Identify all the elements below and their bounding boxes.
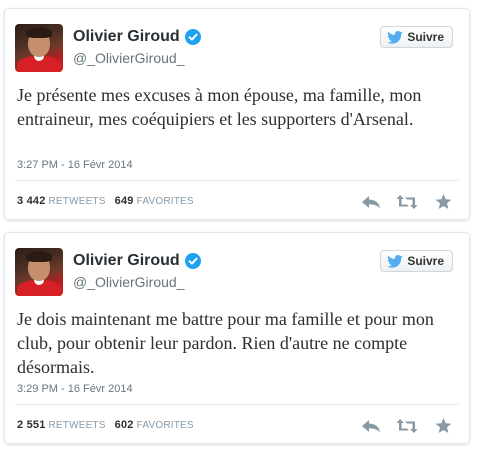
retweet-button[interactable] [395, 193, 419, 211]
author-name[interactable]: Olivier Giroud [73, 252, 180, 270]
follow-button[interactable]: Suivre [380, 26, 453, 48]
tweet-card: Olivier Giroud @_OlivierGiroud_ Suivre J… [4, 232, 470, 444]
favorite-icon [435, 418, 451, 434]
reply-icon [362, 196, 380, 208]
retweet-icon [396, 195, 418, 209]
author-handle[interactable]: @_OlivierGiroud_ [73, 50, 184, 66]
avatar[interactable] [15, 24, 63, 72]
tweet-stats: 2 551 RETWEETS 602 FAVORITES [17, 419, 200, 431]
reply-icon [362, 420, 380, 432]
divider [15, 180, 459, 181]
favorite-button[interactable] [431, 417, 455, 435]
tweet-card: Olivier Giroud @_OlivierGiroud_ Suivre J… [4, 8, 470, 220]
divider [15, 404, 459, 405]
retweet-icon [396, 419, 418, 433]
bird-icon [387, 30, 404, 44]
favorite-icon [435, 194, 451, 210]
bird-icon [387, 254, 404, 268]
favorite-button[interactable] [431, 193, 455, 211]
favorite-label: FAVORITES [136, 420, 194, 431]
verified-icon [185, 253, 201, 269]
retweet-label: RETWEETS [48, 196, 106, 207]
reply-button[interactable] [359, 417, 383, 435]
tweet-header: Olivier Giroud @_OlivierGiroud_ Suivre [15, 248, 459, 296]
tweet-actions [359, 417, 455, 435]
author-name[interactable]: Olivier Giroud [73, 28, 180, 46]
tweet-text: Je présente mes excuses à mon épouse, ma… [17, 85, 422, 129]
favorite-label: FAVORITES [136, 196, 194, 207]
retweet-button[interactable] [395, 417, 419, 435]
tweet-actions [359, 193, 455, 211]
favorite-count[interactable]: 649 [115, 195, 134, 207]
author-handle[interactable]: @_OlivierGiroud_ [73, 274, 184, 290]
tweet-text: Je dois maintenant me battre pour ma fam… [17, 309, 434, 377]
follow-label: Suivre [407, 254, 444, 268]
follow-button[interactable]: Suivre [380, 250, 453, 272]
tweet-timestamp[interactable]: 3:27 PM - 16 Févr 2014 [17, 159, 133, 171]
retweet-count[interactable]: 2 551 [17, 419, 46, 431]
avatar[interactable] [15, 248, 63, 296]
favorite-count[interactable]: 602 [115, 419, 134, 431]
tweet-header: Olivier Giroud @_OlivierGiroud_ Suivre [15, 24, 459, 72]
verified-icon [185, 29, 201, 45]
reply-button[interactable] [359, 193, 383, 211]
tweet-stats: 3 442 RETWEETS 649 FAVORITES [17, 195, 200, 207]
follow-label: Suivre [407, 30, 444, 44]
retweet-label: RETWEETS [48, 420, 106, 431]
tweet-timestamp[interactable]: 3:29 PM - 16 Févr 2014 [17, 383, 133, 395]
retweet-count[interactable]: 3 442 [17, 195, 46, 207]
